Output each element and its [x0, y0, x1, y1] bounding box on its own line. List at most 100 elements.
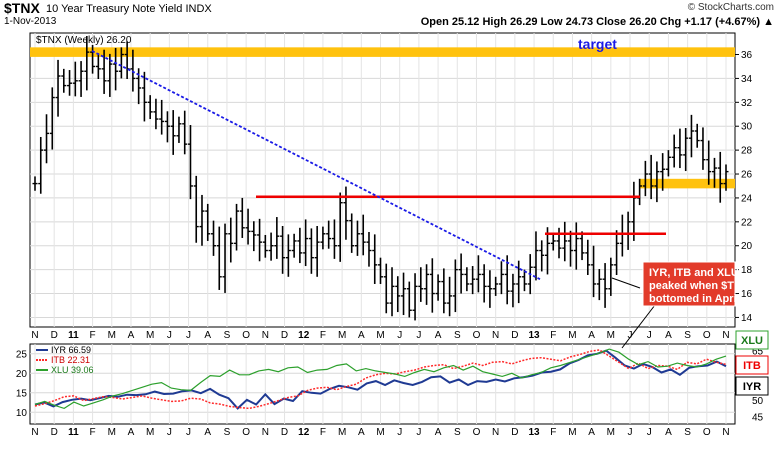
x-tick-label: N: [31, 330, 38, 341]
symbol: $TNX: [4, 0, 40, 16]
x-tick-label: N: [722, 330, 729, 341]
iyr-legend-text: IYR 66.59: [51, 345, 91, 355]
target-band: [30, 47, 735, 57]
x-tick-label: A: [588, 427, 595, 438]
x-tick-label: A: [665, 427, 672, 438]
x-tick-label: S: [224, 427, 231, 438]
y-tick-label: 36: [741, 50, 753, 61]
xlu-tag: XLU: [735, 330, 769, 350]
chart-date: 1-Nov-2013: [4, 16, 57, 27]
x-tick-label: M: [376, 330, 384, 341]
x-tick-label: M: [338, 330, 346, 341]
x-tick-label: S: [454, 427, 461, 438]
x-tick-label: M: [568, 330, 576, 341]
y-tick-label-left: 15: [16, 388, 28, 399]
x-tick-label: 12: [298, 330, 310, 341]
x-tick-label: J: [186, 330, 191, 341]
itb-tag: ITB: [735, 355, 769, 375]
x-tick-label: J: [397, 330, 402, 341]
x-tick-label: 13: [528, 330, 540, 341]
x-tick-label: A: [358, 330, 365, 341]
annotation-line-2: peaked when $TNX: [649, 280, 750, 292]
itb-legend-text: ITB 22.31: [51, 355, 90, 365]
tag-text: ITB: [743, 360, 761, 372]
x-tick-label: M: [568, 427, 576, 438]
y-tick-label-left: 25: [16, 349, 28, 360]
x-tick-label: O: [703, 330, 711, 341]
y-tick-label-left: 20: [16, 369, 28, 380]
y-tick-label-left: 10: [16, 408, 28, 419]
x-tick-label: J: [397, 427, 402, 438]
x-tick-label: F: [90, 330, 96, 341]
svg-text:IYR, ITB and XLU peaked: IYR, ITB and XLU peaked when $TNX bottom…: [649, 267, 752, 305]
tag-text: XLU: [741, 335, 763, 347]
ohlc-summary: Open 25.12 High 26.29 Low 24.73 Close 26…: [420, 16, 774, 28]
x-tick-label: A: [358, 427, 365, 438]
y-tick-label: 26: [741, 170, 753, 181]
x-tick-label: 12: [298, 427, 310, 438]
x-tick-label: M: [338, 427, 346, 438]
x-tick-label: F: [90, 427, 96, 438]
target-label: target: [578, 36, 617, 52]
x-tick-label: J: [416, 427, 421, 438]
y-tick-label: 34: [741, 74, 753, 85]
x-tick-label: D: [51, 330, 58, 341]
x-tick-label: D: [511, 427, 518, 438]
x-tick-label: A: [665, 330, 672, 341]
x-tick-label: N: [492, 427, 499, 438]
x-tick-label: F: [550, 427, 556, 438]
x-tick-label: A: [435, 427, 442, 438]
x-tick-label: N: [31, 427, 38, 438]
description-text: 10 Year Treasury Note Yield: [46, 3, 183, 15]
x-tick-label: A: [588, 330, 595, 341]
x-tick-label: N: [492, 330, 499, 341]
x-tick-label: J: [416, 330, 421, 341]
exchange: INDX: [185, 3, 212, 15]
x-tick-label: A: [204, 427, 211, 438]
x-tick-label: F: [320, 330, 326, 341]
x-tick-label: A: [204, 330, 211, 341]
x-tick-label: F: [320, 427, 326, 438]
x-tick-label: D: [511, 330, 518, 341]
x-tick-label: M: [146, 330, 154, 341]
y-tick-label: 28: [741, 146, 753, 157]
y-tick-label: 32: [741, 98, 753, 109]
x-tick-label: N: [722, 427, 729, 438]
y-tick-label: 14: [741, 313, 753, 324]
xlu-legend-text: XLU 39.06: [51, 365, 94, 375]
x-tick-label: O: [242, 330, 250, 341]
x-tick-label: M: [146, 427, 154, 438]
x-tick-label: S: [684, 330, 691, 341]
annotation-line-1: IYR, ITB and XLU: [649, 267, 739, 279]
x-tick-label: S: [454, 330, 461, 341]
x-tick-label: M: [607, 427, 615, 438]
x-tick-label: N: [262, 330, 269, 341]
x-tick-label: M: [376, 427, 384, 438]
x-tick-label: D: [281, 427, 288, 438]
x-tick-label: J: [167, 427, 172, 438]
x-tick-label: 11: [68, 427, 79, 438]
y-tick-label: 18: [741, 265, 753, 276]
y-tick-label: 20: [741, 241, 753, 252]
x-tick-label: S: [684, 427, 691, 438]
x-tick-label: J: [628, 427, 633, 438]
y-tick-label: 30: [741, 122, 753, 133]
chart-canvas: 141618202224262830323436 N D 11 F M A M J J A S O N D…: [16, 32, 769, 438]
x-tick-label: A: [128, 330, 135, 341]
annotation-line-3: bottomed in April: [649, 293, 740, 305]
y-tick-label-right: 45: [752, 413, 764, 424]
x-tick-label: A: [435, 330, 442, 341]
x-tick-label: J: [647, 427, 652, 438]
x-tick-label: N: [262, 427, 269, 438]
x-tick-label: 13: [528, 427, 540, 438]
description: 10 Year Treasury Note Yield INDX: [46, 3, 212, 15]
x-tick-label: J: [647, 330, 652, 341]
x-tick-label: D: [51, 427, 58, 438]
tnx-legend: $TNX (Weekly) 26.20: [36, 35, 132, 46]
watermark: © StockCharts.com: [687, 2, 774, 13]
iyr-tag: IYR: [735, 376, 769, 396]
x-tick-label: J: [167, 330, 172, 341]
x-tick-label: M: [108, 330, 116, 341]
x-tick-label: A: [128, 427, 135, 438]
x-tick-label: O: [242, 427, 250, 438]
